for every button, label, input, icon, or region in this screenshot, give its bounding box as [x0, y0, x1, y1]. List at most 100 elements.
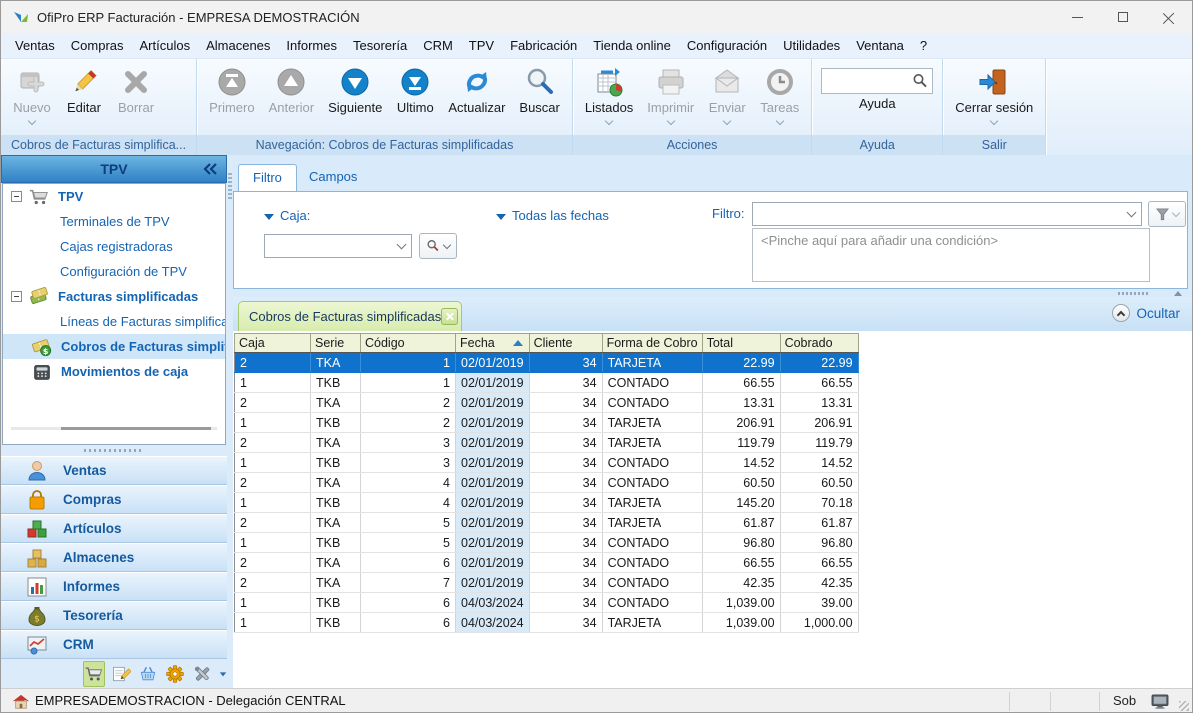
caja-search-button[interactable] — [419, 233, 457, 259]
filter-tabs: Filtro Campos — [233, 155, 1193, 191]
ocultar-button[interactable]: Ocultar — [1112, 304, 1180, 322]
tree-item-movimientos-caja[interactable]: Movimientos de caja — [3, 359, 225, 384]
close-button[interactable] — [1146, 1, 1192, 33]
menu-item[interactable]: ? — [912, 33, 935, 58]
tpv-mode-button[interactable] — [83, 661, 105, 687]
column-header-forma[interactable]: Forma de Cobro — [602, 334, 702, 353]
table-row[interactable]: 2 TKA 6 02/01/2019 34 CONTADO 66.55 66.5… — [235, 553, 859, 573]
table-row[interactable]: 2 TKA 7 02/01/2019 34 CONTADO 42.35 42.3… — [235, 573, 859, 593]
menu-item[interactable]: Compras — [63, 33, 132, 58]
resize-grip[interactable] — [1179, 701, 1189, 711]
toolbar-group-label: Navegación: Cobros de Facturas simplific… — [197, 135, 572, 155]
tree-item-cobros-facturas[interactable]: $ Cobros de Facturas simplificadas — [3, 334, 225, 359]
sidebar-section-compras[interactable]: Compras — [1, 485, 227, 514]
collapse-node-icon[interactable] — [11, 291, 22, 302]
menu-item[interactable]: Utilidades — [775, 33, 848, 58]
table-row[interactable]: 1 TKB 1 02/01/2019 34 CONTADO 66.55 66.5… — [235, 373, 859, 393]
dates-filter-label[interactable]: Todas las fechas — [496, 208, 609, 223]
document-tab-cobros[interactable]: Cobros de Facturas simplificadas — [238, 301, 462, 331]
table-row[interactable]: 1 TKB 5 02/01/2019 34 CONTADO 96.80 96.8… — [235, 533, 859, 553]
help-search-input[interactable] — [821, 68, 933, 94]
menu-item[interactable]: Ventana — [848, 33, 912, 58]
editar-button[interactable]: Editar — [58, 64, 110, 115]
collapse-panel-icon[interactable] — [202, 162, 218, 176]
table-row[interactable]: 1 TKB 6 04/03/2024 34 TARJETA 1,039.00 1… — [235, 613, 859, 633]
tab-filtro[interactable]: Filtro — [238, 164, 297, 191]
table-row[interactable]: 2 TKA 1 02/01/2019 34 TARJETA 22.99 22.9… — [235, 353, 859, 373]
tab-campos[interactable]: Campos — [295, 164, 371, 191]
menu-item[interactable]: Informes — [278, 33, 345, 58]
tareas-button[interactable]: Tareas — [753, 64, 806, 124]
listados-button[interactable]: Listados — [578, 64, 640, 124]
column-header-total[interactable]: Total — [702, 334, 780, 353]
column-header-cliente[interactable]: Cliente — [529, 334, 602, 353]
filter-funnel-button[interactable] — [1148, 201, 1186, 227]
menu-item[interactable]: Tienda online — [585, 33, 679, 58]
collapse-node-icon[interactable] — [11, 191, 22, 202]
notes-mode-button[interactable] — [111, 661, 132, 687]
table-row[interactable]: 1 TKB 2 02/01/2019 34 TARJETA 206.91 206… — [235, 413, 859, 433]
caja-combobox[interactable] — [264, 234, 412, 258]
filtro-combobox[interactable] — [752, 202, 1142, 226]
tree-item-tpv[interactable]: TPV — [3, 184, 225, 209]
table-row[interactable]: 2 TKA 4 02/01/2019 34 CONTADO 60.50 60.5… — [235, 473, 859, 493]
actualizar-button[interactable]: Actualizar — [441, 64, 512, 115]
column-header-caja[interactable]: Caja — [235, 334, 311, 353]
table-row[interactable]: 2 TKA 3 02/01/2019 34 TARJETA 119.79 119… — [235, 433, 859, 453]
sidebar-splitter[interactable] — [1, 445, 227, 456]
basket-mode-button[interactable] — [138, 661, 159, 687]
tree-item-configuracion-tpv[interactable]: Configuración de TPV — [3, 259, 225, 284]
sidebar-section-articulos[interactable]: Artículos — [1, 514, 227, 543]
buscar-button[interactable]: Buscar — [512, 64, 566, 115]
nuevo-button[interactable]: Nuevo — [6, 64, 58, 124]
sidebar-section-ventas[interactable]: Ventas — [1, 456, 227, 485]
sidebar-section-crm[interactable]: CRM — [1, 630, 227, 659]
strip-overflow-arrow-icon[interactable] — [219, 670, 227, 678]
scrollbar-thumb[interactable] — [61, 427, 211, 430]
table-row[interactable]: 1 TKB 6 04/03/2024 34 CONTADO 1,039.00 3… — [235, 593, 859, 613]
sidebar-section-informes[interactable]: Informes — [1, 572, 227, 601]
table-row[interactable]: 1 TKB 4 02/01/2019 34 TARJETA 145.20 70.… — [235, 493, 859, 513]
tree-item-facturas-simplificadas[interactable]: Facturas simplificadas — [3, 284, 225, 309]
tree-item-terminales-tpv[interactable]: Terminales de TPV — [3, 209, 225, 234]
column-header-cobrado[interactable]: Cobrado — [780, 334, 858, 353]
primero-button[interactable]: Primero — [202, 64, 262, 115]
table-row[interactable]: 2 TKA 2 02/01/2019 34 CONTADO 13.31 13.3… — [235, 393, 859, 413]
document-area: Caja Serie Código Fecha Cliente Forma de… — [233, 331, 1193, 688]
tree-item-lineas-facturas[interactable]: Líneas de Facturas simplificadas — [3, 309, 225, 334]
menu-item[interactable]: CRM — [415, 33, 461, 58]
enviar-button[interactable]: Enviar — [701, 64, 753, 124]
table-row[interactable]: 1 TKB 3 02/01/2019 34 CONTADO 14.52 14.5… — [235, 453, 859, 473]
close-tab-icon[interactable] — [441, 308, 458, 325]
ultimo-button[interactable]: Ultimo — [389, 64, 441, 115]
borrar-button[interactable]: Borrar — [110, 64, 162, 115]
tools-mode-button[interactable] — [192, 661, 213, 687]
new-record-icon — [16, 66, 48, 98]
column-header-fecha[interactable]: Fecha — [456, 334, 530, 353]
cerrar-sesion-button[interactable]: Cerrar sesión — [948, 64, 1040, 124]
menu-item[interactable]: Artículos — [132, 33, 199, 58]
minimize-button[interactable] — [1054, 1, 1100, 33]
column-header-serie[interactable]: Serie — [311, 334, 361, 353]
table-row[interactable]: 2 TKA 5 02/01/2019 34 TARJETA 61.87 61.8… — [235, 513, 859, 533]
sidebar-section-almacenes[interactable]: Almacenes — [1, 543, 227, 572]
menu-item[interactable]: Configuración — [679, 33, 775, 58]
help-label[interactable]: Ayuda — [859, 96, 896, 111]
caja-filter-label[interactable]: Caja: — [264, 208, 310, 223]
menu-item[interactable]: Almacenes — [198, 33, 278, 58]
tree-horizontal-scrollbar[interactable] — [11, 427, 217, 430]
imprimir-button[interactable]: Imprimir — [640, 64, 701, 124]
settings-mode-button[interactable] — [165, 661, 186, 687]
tree-item-cajas-registradoras[interactable]: Cajas registradoras — [3, 234, 225, 259]
column-header-codigo[interactable]: Código — [361, 334, 456, 353]
anterior-button[interactable]: Anterior — [262, 64, 322, 115]
siguiente-button[interactable]: Siguiente — [321, 64, 389, 115]
menu-item[interactable]: TPV — [461, 33, 502, 58]
sidebar-section-tesoreria[interactable]: $ Tesorería — [1, 601, 227, 630]
filter-condition-box[interactable]: <Pinche aquí para añadir una condición> — [752, 228, 1150, 282]
maximize-button[interactable] — [1100, 1, 1146, 33]
menu-item[interactable]: Fabricación — [502, 33, 585, 58]
filter-panel-splitter[interactable] — [233, 289, 1193, 297]
menu-item[interactable]: Tesorería — [345, 33, 415, 58]
menu-item[interactable]: Ventas — [7, 33, 63, 58]
